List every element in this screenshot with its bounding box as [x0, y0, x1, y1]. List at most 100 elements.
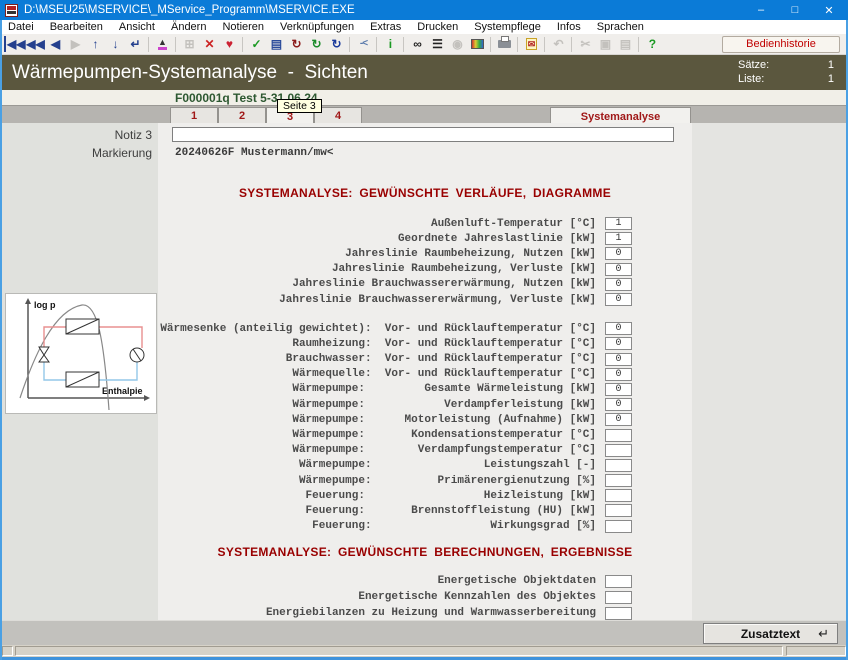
- refresh-blue-icon[interactable]: ↻: [326, 35, 346, 53]
- form-view-icon[interactable]: ▤: [266, 35, 286, 53]
- row-value-input[interactable]: 0: [605, 263, 632, 276]
- tab-page-1[interactable]: 1: [170, 107, 218, 124]
- page-header: Wärmepumpen-Systemanalyse - Sichten Sätz…: [0, 55, 848, 90]
- markierung-label: Markierung: [0, 146, 152, 160]
- row-value-input[interactable]: 0: [605, 322, 632, 335]
- row-value-input[interactable]: [605, 591, 632, 604]
- down-icon[interactable]: ↓: [105, 35, 125, 53]
- toolbar: ◀◀◀◀◀▶↑↓↵▲⊞✕♥✓▤↻↻↻-<i∞☰◉✉↶✂▣▤? Bedienhis…: [0, 34, 848, 55]
- up-icon[interactable]: ↑: [85, 35, 105, 53]
- form-row: Wärmepumpe: Kondensationstemperatur [°C]: [158, 427, 692, 442]
- toolbar-separator: [346, 35, 353, 53]
- enter-icon[interactable]: ↵: [125, 35, 145, 53]
- bedienhistorie-button[interactable]: Bedienhistorie: [722, 36, 840, 53]
- row-value-input[interactable]: [605, 607, 632, 620]
- help-icon[interactable]: ?: [642, 35, 662, 53]
- refresh-green-icon[interactable]: ↻: [306, 35, 326, 53]
- cut-icon[interactable]: ✂: [575, 35, 595, 53]
- menu-datei[interactable]: Datei: [0, 20, 42, 34]
- form-row: Wärmepumpe: Verdampferleistung [kW] 0: [158, 397, 692, 412]
- menu-sprachen[interactable]: Sprachen: [589, 20, 652, 34]
- mail-icon[interactable]: ✉: [521, 35, 541, 53]
- menu-verknuepfungen[interactable]: Verknüpfungen: [272, 20, 362, 34]
- maximize-button[interactable]: □: [778, 0, 812, 20]
- first-record-icon[interactable]: ◀◀: [4, 35, 25, 53]
- form-row: Jahreslinie Raumbeheizung, Verluste [kW]…: [158, 262, 692, 277]
- zusatztext-button[interactable]: Zusatztext ↵: [703, 623, 838, 644]
- print-icon[interactable]: [494, 35, 514, 53]
- notiz3-input[interactable]: [172, 127, 674, 142]
- app-icon: [5, 4, 18, 17]
- binoculars-search-icon[interactable]: ∞: [407, 35, 427, 53]
- record-stats: Sätze:1 Liste:1: [738, 58, 834, 86]
- row-value-input[interactable]: 0: [605, 337, 632, 350]
- row-label: Raumheizung: Vor- und Rücklauftemperatur…: [292, 338, 596, 350]
- paste-icon[interactable]: ▤: [615, 35, 635, 53]
- menu-aendern[interactable]: Ändern: [163, 20, 214, 34]
- form-row: Jahreslinie Brauchwassererwärmung, Verlu…: [158, 292, 692, 307]
- tab-page-2[interactable]: 2: [218, 107, 266, 124]
- row-value-input[interactable]: [605, 489, 632, 502]
- menu-drucken[interactable]: Drucken: [409, 20, 466, 34]
- row-value-input[interactable]: [605, 575, 632, 588]
- menu-extras[interactable]: Extras: [362, 20, 409, 34]
- form-row: Wärmepumpe: Primärenergienutzung [%]: [158, 473, 692, 488]
- row-value-input[interactable]: 0: [605, 278, 632, 291]
- row-value-input[interactable]: [605, 520, 632, 533]
- status-bar: [0, 645, 848, 657]
- form-row: Jahreslinie Raumbeheizung, Nutzen [kW] 0: [158, 246, 692, 261]
- toolbar-separator: [635, 35, 642, 53]
- menu-bearbeiten[interactable]: Bearbeiten: [42, 20, 111, 34]
- form-row: Wärmepumpe: Verdampfungstemperatur [°C]: [158, 443, 692, 458]
- menu-infos[interactable]: Infos: [549, 20, 589, 34]
- fast-back-icon[interactable]: ◀◀: [25, 35, 45, 53]
- row-label: Energiebilanzen zu Heizung und Warmwasse…: [266, 607, 596, 619]
- menu-notieren[interactable]: Notieren: [214, 20, 272, 34]
- row-value-input[interactable]: [605, 429, 632, 442]
- notiz3-label: Notiz 3: [0, 128, 152, 142]
- row-label: Wärmepumpe: Kondensationstemperatur [°C]: [292, 429, 596, 441]
- row-value-input[interactable]: [605, 504, 632, 517]
- row-value-input[interactable]: 0: [605, 368, 632, 381]
- disconnect-icon[interactable]: -<: [353, 35, 373, 53]
- row-value-input[interactable]: [605, 444, 632, 457]
- tooltip: Seite 3: [277, 99, 322, 113]
- menu-bar: DateiBearbeitenAnsichtÄndernNotierenVerk…: [0, 20, 848, 34]
- row-value-input[interactable]: 0: [605, 398, 632, 411]
- row-value-input[interactable]: 1: [605, 232, 632, 245]
- close-button[interactable]: ✕: [812, 0, 846, 20]
- palette-icon[interactable]: [467, 35, 487, 53]
- row-value-input[interactable]: [605, 474, 632, 487]
- undo-icon[interactable]: ↶: [548, 35, 568, 53]
- minimize-button[interactable]: –: [744, 0, 778, 20]
- liste-label: Liste:: [738, 72, 764, 86]
- row-label: Energetische Kennzahlen des Objektes: [358, 591, 596, 603]
- row-value-input[interactable]: 0: [605, 293, 632, 306]
- row-value-input[interactable]: 1: [605, 217, 632, 230]
- saetze-value: 1: [828, 58, 834, 72]
- refresh-red-icon[interactable]: ↻: [286, 35, 306, 53]
- row-label: Wärmepumpe: Gesamte Wärmeleistung [kW]: [292, 383, 596, 395]
- previous-record-icon[interactable]: ◀: [45, 35, 65, 53]
- toolbar-separator: [239, 35, 246, 53]
- copy-icon[interactable]: ▣: [595, 35, 615, 53]
- info-icon[interactable]: i: [380, 35, 400, 53]
- row-value-input[interactable]: 0: [605, 383, 632, 396]
- list-icon[interactable]: ☰: [427, 35, 447, 53]
- favorite-heart-icon[interactable]: ♥: [219, 35, 239, 53]
- zusatztext-label: Zusatztext: [741, 627, 800, 641]
- menu-systempflege[interactable]: Systempflege: [466, 20, 549, 34]
- row-value-input[interactable]: 0: [605, 247, 632, 260]
- row-value-input[interactable]: 0: [605, 353, 632, 366]
- tree-view-icon[interactable]: ⊞: [179, 35, 199, 53]
- form-row: Energetische Objektdaten: [158, 573, 692, 589]
- next-record-icon[interactable]: ▶: [65, 35, 85, 53]
- import-stamp-icon[interactable]: ▲: [152, 35, 172, 53]
- toolbar-separator: [373, 35, 380, 53]
- delete-icon[interactable]: ✕: [199, 35, 219, 53]
- confirm-check-icon[interactable]: ✓: [246, 35, 266, 53]
- eye-icon[interactable]: ◉: [447, 35, 467, 53]
- row-value-input[interactable]: 0: [605, 413, 632, 426]
- menu-ansicht[interactable]: Ansicht: [111, 20, 163, 34]
- row-value-input[interactable]: [605, 459, 632, 472]
